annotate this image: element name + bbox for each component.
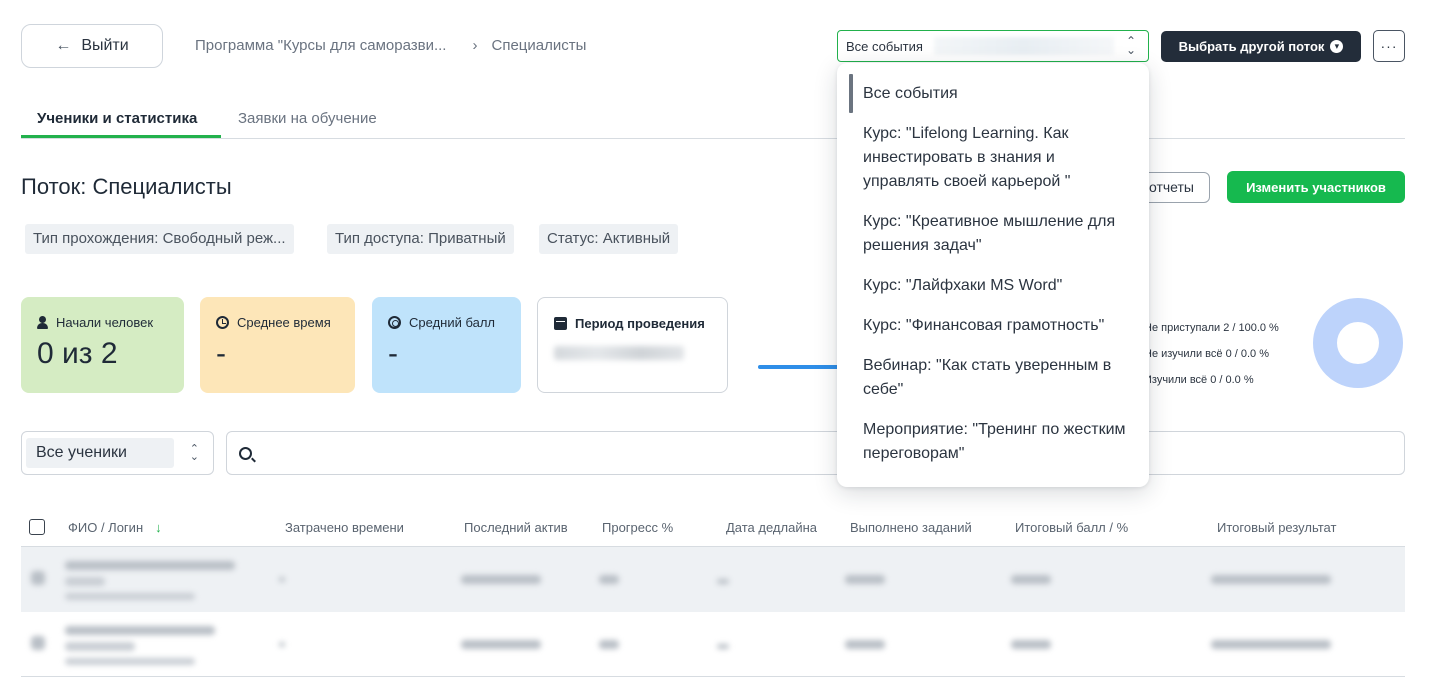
updown-chevron-icon: ⌃ ⌄ xyxy=(189,443,199,463)
select-all-checkbox[interactable] xyxy=(29,519,45,535)
breadcrumb-program[interactable]: Программа "Курсы для саморазви... xyxy=(195,37,446,54)
choose-stream-label: Выбрать другой поток xyxy=(1178,39,1325,54)
person-icon xyxy=(37,316,48,329)
breadcrumb-stream: Специалисты xyxy=(491,37,587,54)
blurred-login xyxy=(65,658,195,665)
tabs: Ученики и статистика Заявки на обучение xyxy=(21,100,1405,139)
chevron-right-icon: › xyxy=(472,37,478,54)
col-time-spent[interactable]: Затрачено времени xyxy=(285,520,404,535)
dropdown-item-event-negotiation[interactable]: Мероприятие: "Тренинг по жестким перегов… xyxy=(863,418,1131,466)
tab-students-stats[interactable]: Ученики и статистика xyxy=(37,110,197,127)
calendar-icon xyxy=(554,317,567,330)
legend-finished: Изучили всё 0 / 0.0 % xyxy=(1144,374,1254,386)
blurred-cell xyxy=(599,575,619,584)
badge-icon xyxy=(388,316,401,329)
dropdown-item-all-events[interactable]: Все события xyxy=(863,82,1131,106)
students-filter-value: Все ученики xyxy=(26,438,174,468)
stat-value: - xyxy=(388,337,398,370)
blurred-cell xyxy=(279,577,285,582)
ellipsis-icon: ··· xyxy=(1380,38,1398,54)
table-header: ФИО / Логин ↓ Затрачено времени Последний… xyxy=(21,507,1405,547)
page-title: Поток: Специалисты xyxy=(21,174,232,199)
tag-status: Статус: Активный xyxy=(539,224,679,254)
row-checkbox[interactable] xyxy=(31,571,45,585)
table-row[interactable] xyxy=(21,612,1405,677)
dropdown-item-course-word[interactable]: Курс: "Лайфхаки MS Word" xyxy=(863,274,1131,298)
blurred-cell xyxy=(1011,575,1051,584)
stat-card-avg-score: Средний балл - xyxy=(372,297,521,393)
change-participants-button[interactable]: Изменить участников xyxy=(1227,171,1405,203)
students-filter-select[interactable]: Все ученики ⌃ ⌄ xyxy=(21,431,214,475)
blurred-name xyxy=(65,642,135,651)
col-final-result[interactable]: Итоговый результат xyxy=(1217,520,1336,535)
legend-not-finished: Не изучили всё 0 / 0.0 % xyxy=(1144,348,1269,360)
stat-value: 0 из 2 xyxy=(37,337,118,370)
dropdown-item-course-finance[interactable]: Курс: "Финансовая грамотность" xyxy=(863,314,1131,338)
col-final-score[interactable]: Итоговый балл / % xyxy=(1015,520,1128,535)
blurred-cell xyxy=(279,642,285,647)
exit-label: Выйти xyxy=(81,37,129,54)
sort-down-icon[interactable]: ↓ xyxy=(155,520,162,535)
blurred-cell xyxy=(1011,640,1051,649)
blurred-cell xyxy=(599,640,619,649)
selected-indicator xyxy=(849,74,853,113)
blurred-name xyxy=(65,626,215,635)
active-tab-indicator xyxy=(21,135,221,138)
chevron-down-circle-icon: ▾ xyxy=(1330,40,1344,53)
progress-donut-chart xyxy=(1313,298,1403,388)
blurred-cell xyxy=(717,644,729,649)
blurred-login xyxy=(65,593,195,600)
arrow-left-icon: ← xyxy=(55,37,72,54)
updown-chevron-icon: ⌃ ⌄ xyxy=(1125,34,1136,57)
col-tasks-done[interactable]: Выполнено заданий xyxy=(850,520,972,535)
stat-value: - xyxy=(216,337,226,370)
row-checkbox[interactable] xyxy=(31,636,45,650)
donut-segment-not-started xyxy=(1313,298,1403,388)
blurred-cell xyxy=(845,640,885,649)
col-deadline[interactable]: Дата дедлайна xyxy=(726,520,817,535)
dropdown-item-course-creative[interactable]: Курс: "Креативное мышление для решения з… xyxy=(863,210,1131,258)
event-select-value: Все события xyxy=(846,39,923,54)
stat-label: Период проведения xyxy=(575,316,705,331)
stat-card-period: Период проведения xyxy=(537,297,728,393)
blurred-name xyxy=(65,561,235,570)
tab-applications[interactable]: Заявки на обучение xyxy=(238,110,377,127)
more-button[interactable]: ··· xyxy=(1373,30,1405,62)
stat-label: Среднее время xyxy=(237,315,331,330)
breadcrumb: Программа "Курсы для саморазви... › Спец… xyxy=(195,37,586,54)
blurred-cell xyxy=(1211,640,1331,649)
dropdown-item-course-lifelong[interactable]: Курс: "Lifelong Learning. Как инвестиров… xyxy=(863,122,1131,194)
event-dropdown-menu: Все события Курс: "Lifelong Learning. Ка… xyxy=(837,63,1149,487)
blurred-cell xyxy=(845,575,885,584)
col-name[interactable]: ФИО / Логин ↓ xyxy=(68,520,162,535)
chart-legend: Не приступали 2 / 100.0 % Не изучили всё… xyxy=(1144,315,1279,393)
blurred-name xyxy=(65,577,105,586)
blurred-cell xyxy=(461,575,541,584)
search-icon xyxy=(239,447,252,460)
col-progress[interactable]: Прогресс % xyxy=(602,520,673,535)
stat-card-avg-time: Среднее время - xyxy=(200,297,355,393)
blurred-period-value xyxy=(554,346,684,360)
stat-label: Средний балл xyxy=(409,315,496,330)
blurred-area xyxy=(934,37,1114,55)
choose-stream-button[interactable]: Выбрать другой поток ▾ xyxy=(1161,31,1361,62)
exit-button[interactable]: ← Выйти xyxy=(21,24,163,68)
blurred-cell xyxy=(461,640,541,649)
blurred-cell xyxy=(717,579,729,584)
stat-label: Начали человек xyxy=(56,315,154,330)
table-row[interactable] xyxy=(21,547,1405,612)
dropdown-item-webinar-confidence[interactable]: Вебинар: "Как стать уверенным в себе" xyxy=(863,354,1131,402)
stat-card-started: Начали человек 0 из 2 xyxy=(21,297,184,393)
tag-access-type: Тип доступа: Приватный xyxy=(327,224,514,254)
search-input[interactable] xyxy=(226,431,1405,475)
col-last-activity[interactable]: Последний актив xyxy=(464,520,568,535)
event-select[interactable]: Все события ⌃ ⌄ xyxy=(837,30,1149,62)
blurred-cell xyxy=(1211,575,1331,584)
tag-completion-type: Тип прохождения: Свободный реж... xyxy=(25,224,294,254)
legend-not-started: Не приступали 2 / 100.0 % xyxy=(1144,322,1279,334)
clock-icon xyxy=(216,316,229,329)
